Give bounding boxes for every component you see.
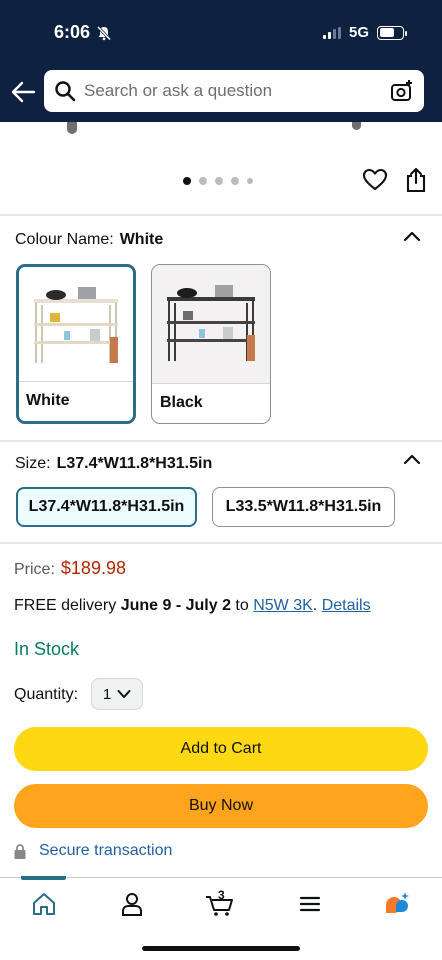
divider — [0, 214, 442, 216]
heart-icon[interactable] — [362, 167, 388, 193]
delivery-dates: June 9 - July 2 — [120, 597, 231, 614]
delivery-details-link[interactable]: Details — [322, 597, 371, 614]
status-indicators: 5G — [322, 24, 407, 41]
cart-count-badge: 3 — [218, 888, 225, 902]
quantity-dropdown[interactable]: 1 — [91, 678, 143, 710]
delivery-prefix: FREE delivery — [14, 597, 117, 614]
account-icon[interactable] — [119, 891, 145, 917]
share-icon[interactable] — [404, 167, 428, 193]
price-label: Price: — [14, 561, 55, 578]
camera-search-icon[interactable] — [390, 79, 414, 103]
size-label: Size: L37.4*W11.8*H31.5in — [15, 455, 212, 473]
size-label-text: Size: — [15, 455, 51, 472]
status-time: 6:06 — [54, 22, 112, 43]
search-icon — [55, 81, 76, 102]
home-icon[interactable] — [31, 891, 57, 917]
gallery-dot[interactable] — [199, 177, 207, 185]
delivery-postal-link[interactable]: N5W 3K — [253, 597, 313, 614]
active-tab-indicator — [21, 876, 66, 880]
secure-transaction-link[interactable]: Secure transaction — [14, 842, 172, 860]
shelf-white-illustration — [34, 287, 118, 363]
delivery-separator: . — [312, 597, 318, 614]
price-row: Price: $189.98 — [14, 558, 126, 579]
add-to-cart-button[interactable]: Add to Cart — [14, 727, 428, 771]
divider — [0, 440, 442, 442]
battery-icon — [377, 25, 407, 40]
price-value: $189.98 — [60, 558, 126, 578]
delivery-info: FREE delivery June 9 - July 2 to N5W 3K.… — [14, 597, 371, 615]
lock-icon — [14, 843, 26, 859]
secure-transaction-text: Secure transaction — [39, 842, 173, 859]
colour-label-text: Colour Name: — [15, 231, 114, 248]
gallery-pagination — [183, 177, 253, 185]
status-time-text: 6:06 — [54, 22, 91, 42]
shelf-black-illustration — [167, 285, 255, 361]
network-label: 5G — [348, 24, 369, 41]
rufus-ai-icon[interactable] — [383, 891, 411, 917]
colour-label: Colour Name: White — [15, 231, 163, 249]
buy-now-button[interactable]: Buy Now — [14, 784, 428, 828]
gallery-dot[interactable] — [247, 178, 253, 184]
colour-selected-value: White — [119, 231, 164, 248]
product-image-leg-left — [67, 122, 77, 134]
gallery-dot[interactable] — [215, 177, 223, 185]
colour-option-label: Black — [152, 383, 270, 423]
gallery-dot[interactable] — [183, 177, 191, 185]
bell-muted-icon — [96, 25, 112, 41]
search-input[interactable] — [84, 81, 390, 101]
stock-status: In Stock — [14, 639, 80, 659]
colour-option-label: White — [19, 381, 133, 421]
menu-icon[interactable] — [297, 891, 323, 917]
chevron-up-icon[interactable] — [403, 229, 421, 243]
quantity-value: 1 — [102, 685, 112, 703]
search-bar[interactable] — [44, 70, 424, 112]
home-indicator — [142, 946, 300, 951]
signal-icon — [322, 26, 341, 39]
shelf-black-image — [152, 265, 270, 383]
chevron-down-icon — [117, 690, 131, 698]
colour-option-black[interactable]: Black — [151, 264, 271, 424]
delivery-to: to — [235, 597, 249, 614]
size-option[interactable]: L33.5*W11.8*H31.5in — [212, 487, 395, 527]
chevron-up-icon[interactable] — [403, 452, 421, 466]
size-selected-value: L37.4*W11.8*H31.5in — [56, 455, 213, 472]
colour-option-white[interactable]: White — [16, 264, 136, 424]
divider — [0, 542, 442, 544]
back-arrow-icon[interactable] — [10, 79, 36, 105]
size-option-selected[interactable]: L37.4*W11.8*H31.5in — [16, 487, 197, 527]
top-header: 6:06 5G — [0, 0, 442, 122]
quantity-label: Quantity: — [14, 686, 79, 703]
shelf-white-image — [19, 267, 133, 385]
product-image-leg-right — [352, 122, 361, 130]
gallery-dot[interactable] — [231, 177, 239, 185]
